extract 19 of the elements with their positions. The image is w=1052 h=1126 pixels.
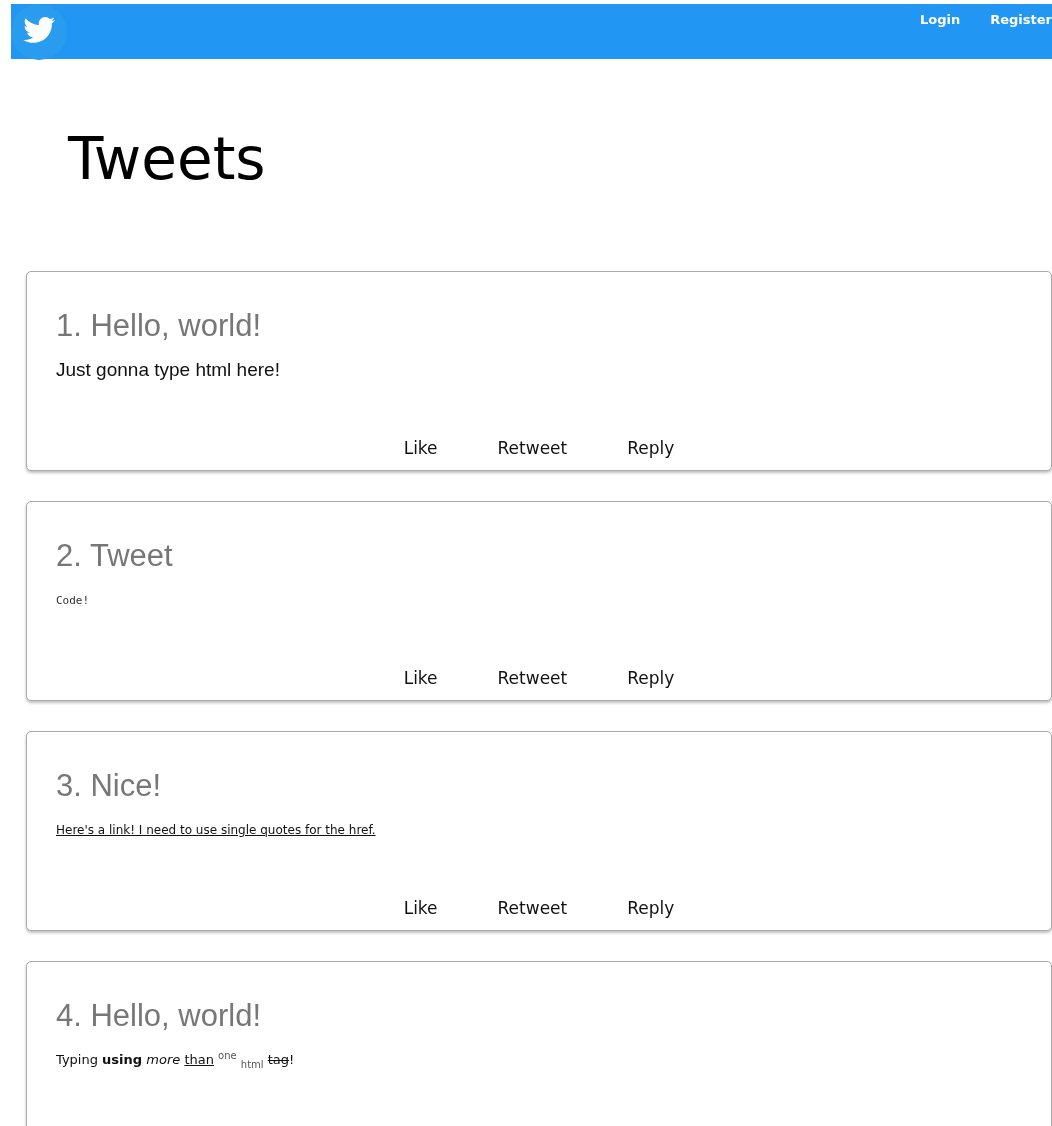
tweet-title: 2. Tweet [56, 538, 174, 574]
action-button[interactable]: Retweet [487, 896, 578, 920]
action-button[interactable]: Like [393, 666, 448, 690]
page-title: Tweets [68, 124, 267, 195]
action-button[interactable]: Reply [617, 666, 685, 690]
tweet-title: 3. Nice! [56, 768, 163, 804]
action-button[interactable]: Retweet [487, 436, 578, 460]
action-button[interactable]: Reply [617, 896, 685, 920]
tweet-text: Typing using more than $^{one}$ $_{html}$ tag! [56, 1050, 295, 1070]
action-button[interactable]: Reply [617, 436, 685, 460]
code-text: Code! [56, 593, 90, 607]
tweet-text: Just gonna type html here! [56, 359, 280, 381]
action-button[interactable]: Like [393, 896, 448, 920]
action-button[interactable]: Retweet [487, 666, 578, 690]
bird-logo-icon[interactable] [11, 3, 67, 60]
tweet-title: 1. Hello, world! [56, 308, 263, 344]
action-button[interactable]: Like [393, 436, 448, 460]
tweet-title: 4. Hello, world! [56, 998, 263, 1034]
tweet-link[interactable]: Here's a link! I need to use single quotes for the href. [56, 823, 376, 837]
